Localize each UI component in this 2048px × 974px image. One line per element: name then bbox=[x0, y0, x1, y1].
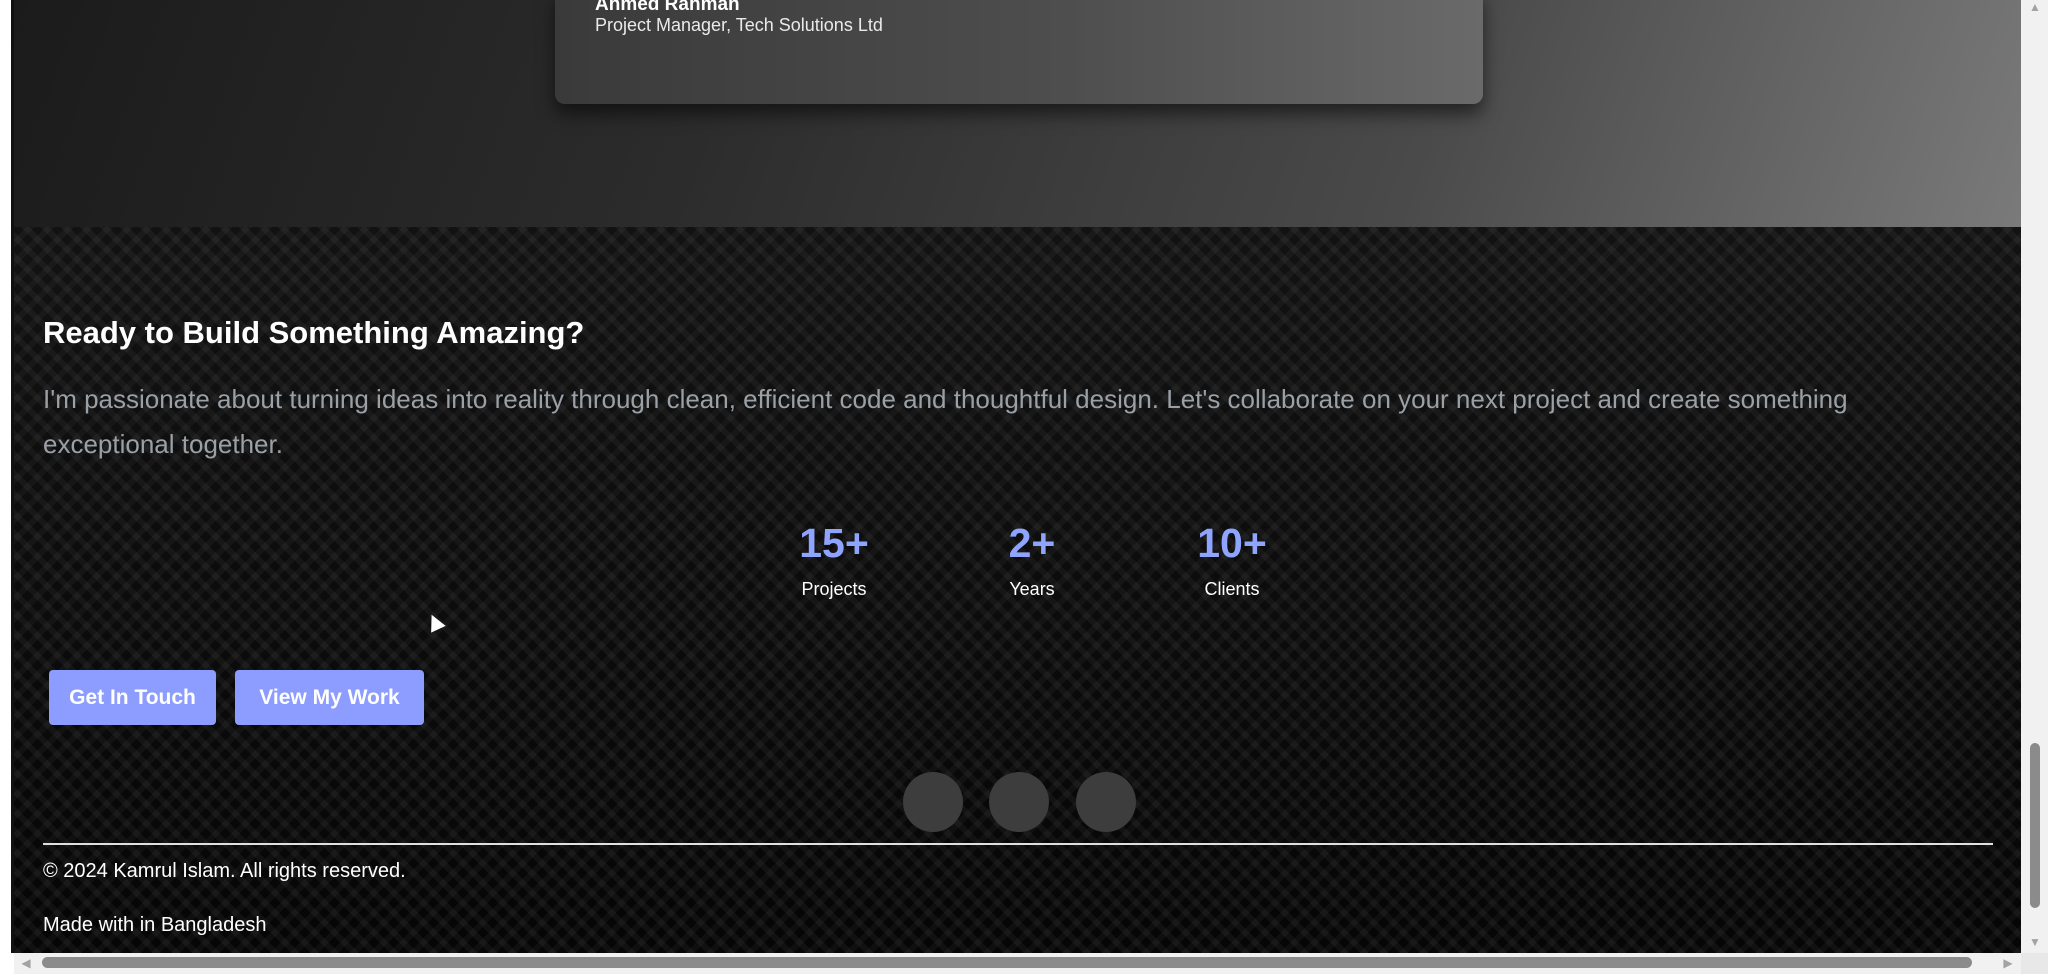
vertical-scrollbar[interactable]: ▲ ▼ bbox=[2021, 0, 2048, 953]
testimonial-card: Ahmed Rahman Project Manager, Tech Solut… bbox=[555, 0, 1483, 104]
page-viewport: Ahmed Rahman Project Manager, Tech Solut… bbox=[14, 0, 2021, 953]
horizontal-scrollbar[interactable]: ◀ ▶ bbox=[14, 953, 2021, 974]
cta-title: Ready to Build Something Amazing? bbox=[43, 315, 585, 350]
scroll-down-arrow-icon[interactable]: ▼ bbox=[2027, 935, 2043, 949]
stat-value: 15+ bbox=[799, 520, 869, 566]
view-my-work-button[interactable]: View My Work bbox=[235, 670, 424, 725]
social-link-icon[interactable] bbox=[1076, 772, 1136, 832]
stat-clients: 10+ Clients bbox=[1162, 519, 1302, 600]
scroll-right-arrow-icon[interactable]: ▶ bbox=[2001, 956, 2015, 970]
testimonials-section: Ahmed Rahman Project Manager, Tech Solut… bbox=[14, 0, 2021, 227]
testimonial-author-name: Ahmed Rahman bbox=[595, 0, 740, 15]
social-links bbox=[14, 772, 2021, 832]
window-left-border bbox=[0, 0, 14, 974]
vertical-scroll-thumb[interactable] bbox=[2030, 743, 2040, 908]
cta-description: I'm passionate about turning ideas into … bbox=[43, 384, 1848, 459]
stat-label: Projects bbox=[801, 579, 867, 599]
social-link-icon[interactable] bbox=[989, 772, 1049, 832]
footer-made-with: Made with in Bangladesh bbox=[43, 914, 267, 936]
horizontal-scroll-thumb[interactable] bbox=[42, 957, 1972, 968]
stat-projects: 15+ Projects bbox=[764, 519, 904, 600]
scrollbar-corner bbox=[2021, 953, 2048, 974]
stats-row: 15+ Projects 2+ Years 10+ Clients bbox=[14, 519, 2021, 619]
scroll-left-arrow-icon[interactable]: ◀ bbox=[19, 956, 33, 970]
call-to-action-section: Ready to Build Something Amazing? I'm pa… bbox=[14, 227, 2021, 953]
social-link-icon[interactable] bbox=[903, 772, 963, 832]
stat-label: Years bbox=[1009, 579, 1055, 599]
stat-value: 2+ bbox=[1008, 520, 1056, 566]
scroll-up-arrow-icon[interactable]: ▲ bbox=[2027, 0, 2043, 14]
testimonial-author-role: Project Manager, Tech Solutions Ltd bbox=[595, 15, 883, 35]
stat-value: 10+ bbox=[1197, 520, 1267, 566]
footer-copyright: © 2024 Kamrul Islam. All rights reserved… bbox=[43, 860, 406, 882]
stat-label: Clients bbox=[1204, 579, 1260, 599]
stat-years: 2+ Years bbox=[962, 519, 1102, 600]
get-in-touch-button[interactable]: Get In Touch bbox=[49, 670, 216, 725]
footer-divider bbox=[43, 843, 1993, 845]
